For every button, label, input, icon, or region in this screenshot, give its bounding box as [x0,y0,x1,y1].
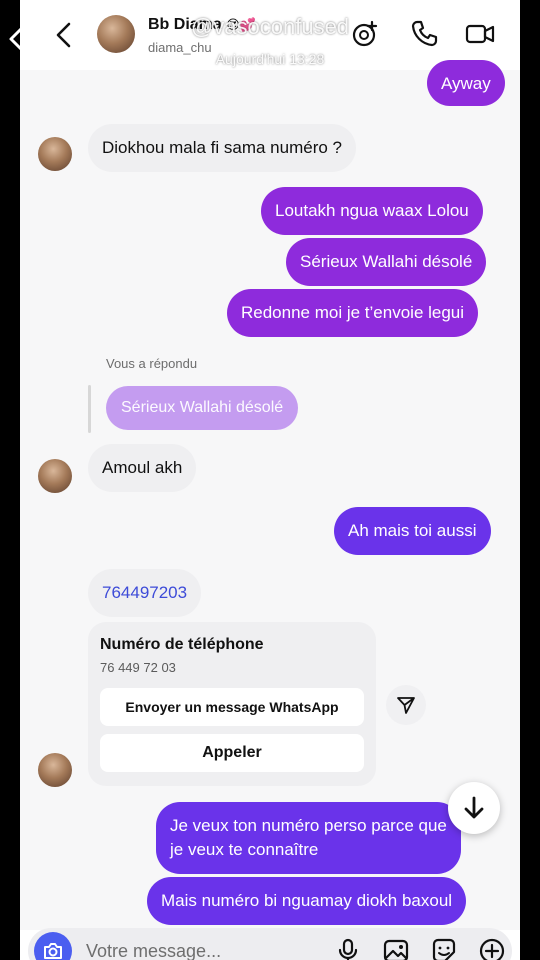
message-bubble[interactable]: Redonne moi je t’envoie legui [227,289,479,337]
plus-icon[interactable] [477,936,507,960]
message-bubble[interactable]: Amoul akh [88,444,197,492]
message-bubble[interactable]: Ah mais toi aussi [334,507,491,555]
sender-avatar[interactable] [38,459,72,493]
message-composer [28,928,512,960]
card-title: Numéro de téléphone [100,636,264,653]
send-icon [397,697,415,714]
arrow-down-icon [464,796,484,819]
reply-label: Vous a répondu [106,356,198,371]
card-phone-number: 76 449 72 03 [100,660,176,675]
sender-avatar[interactable] [38,137,72,171]
message-bubble[interactable]: Diokhou mala fi sama numéro ? [88,124,357,172]
microphone-icon[interactable] [333,936,363,960]
message-input[interactable] [86,938,246,960]
message-bubble[interactable]: Loutakh ngua waax Lolou [261,187,483,235]
message-bubble[interactable]: Sérieux Wallahi désolé [286,238,487,286]
message-list[interactable]: Ayway Diokhou mala fi sama numéro ? Lout… [20,60,520,930]
sticker-icon[interactable] [429,936,459,960]
message-bubble[interactable]: Mais numéro bi nguamay diokh baxoul [147,877,467,925]
gallery-icon[interactable] [381,936,411,960]
story-timestamp: Aujourd'hui 13:28 [215,51,325,67]
message-bubble[interactable]: Je veux ton numéro perso parce que je ve… [156,802,461,874]
screen: Bb Diama 😍💕 diama_chu Ayway Diokhou mala… [0,0,540,960]
dm-conversation: Bb Diama 😍💕 diama_chu Ayway Diokhou mala… [20,0,520,960]
message-line: Je veux ton numéro perso parce que [170,816,447,835]
sender-avatar[interactable] [38,753,72,787]
reply-divider [88,385,91,433]
message-line: je veux te connaître [170,840,319,859]
story-username: @vasoconfused [190,14,350,39]
share-button[interactable] [386,685,426,725]
message-bubble[interactable]: 764497203 [88,569,202,617]
phone-number-card: Numéro de téléphone 76 449 72 03 Envoyer… [88,622,376,786]
camera-button[interactable] [34,932,72,960]
whatsapp-message-button[interactable]: Envoyer un message WhatsApp [100,688,364,726]
call-button[interactable]: Appeler [100,734,364,772]
quoted-message[interactable]: Sérieux Wallahi désolé [106,386,299,430]
camera-icon [44,943,62,959]
scroll-to-bottom-button[interactable] [448,782,500,834]
phone-number-link[interactable]: 764497203 [102,583,187,602]
